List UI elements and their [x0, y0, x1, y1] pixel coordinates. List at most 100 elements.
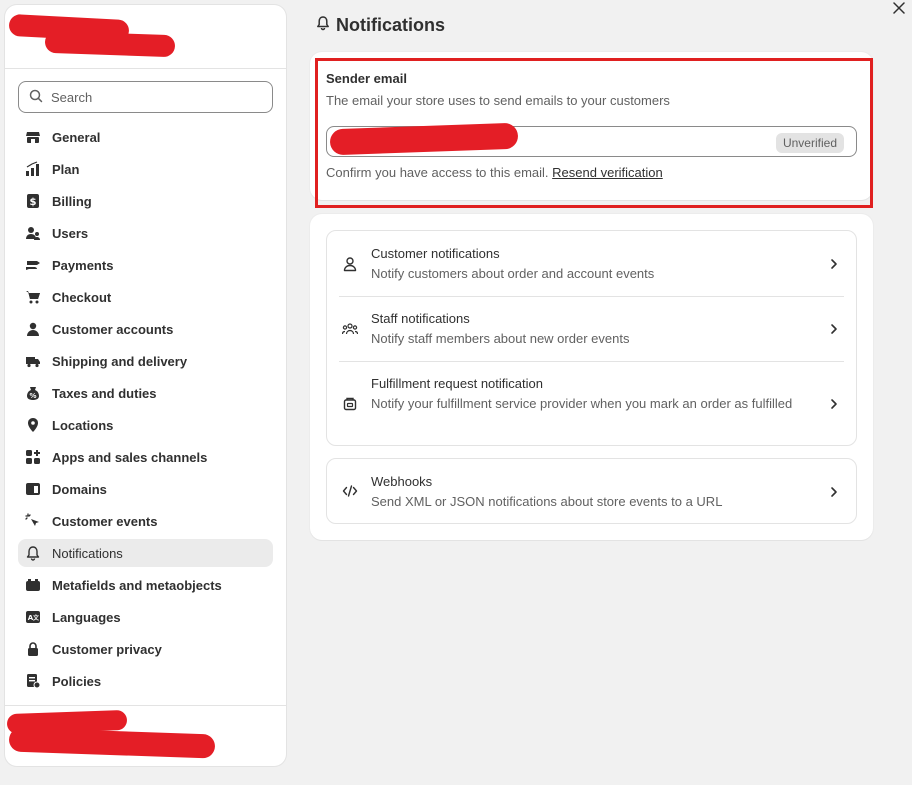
row-description: Notify your fulfillment service provider… [371, 396, 793, 411]
code-icon [341, 482, 359, 500]
row-title: Customer notifications [371, 246, 500, 261]
sidebar-item-label: Apps and sales channels [52, 449, 208, 465]
sidebar-item-customer-events[interactable]: Customer events [18, 507, 273, 535]
sidebar-item-users[interactable]: Users [18, 219, 273, 247]
sidebar-item-label: Domains [52, 481, 107, 497]
sidebar-item-label: Metafields and metaobjects [52, 577, 222, 593]
bell-icon [316, 15, 330, 36]
redacted-store-name-2 [44, 30, 176, 58]
chevron-right-icon [828, 485, 840, 497]
search-field[interactable] [18, 81, 273, 113]
row-description: Send XML or JSON notifications about sto… [371, 494, 723, 509]
fulfillment-box-icon [341, 395, 359, 413]
store-icon [24, 128, 42, 146]
sender-email-confirm: Confirm you have access to this email. R… [326, 165, 663, 180]
customer-notifications-row[interactable]: Customer notifications Notify customers … [327, 231, 856, 296]
sidebar-item-label: Notifications [52, 545, 123, 561]
sidebar-item-label: Payments [52, 257, 114, 273]
sidebar-item-label: General [52, 129, 101, 145]
group-icon [341, 320, 359, 338]
search-input[interactable] [51, 89, 251, 105]
close-icon [893, 1, 905, 19]
sidebar-item-apps[interactable]: Apps and sales channels [18, 443, 273, 471]
sidebar-item-label: Taxes and duties [52, 385, 157, 401]
sidebar-divider [5, 705, 286, 706]
hand-card-icon [24, 256, 42, 274]
search-icon [29, 89, 43, 106]
chevron-right-icon [828, 397, 840, 409]
plan-chart-icon [24, 160, 42, 178]
row-description: Notify staff members about new order eve… [371, 331, 630, 346]
sidebar-item-label: Locations [52, 417, 114, 433]
metafields-icon [24, 576, 42, 594]
users-icon [24, 224, 42, 242]
dollar-receipt-icon: $ [24, 192, 42, 210]
settings-sidebar: General Plan $ Billing Users Payments Ch… [5, 5, 286, 766]
sidebar-item-label: Plan [52, 161, 80, 177]
sidebar-item-plan[interactable]: Plan [18, 155, 273, 183]
sidebar-item-label: Customer events [52, 513, 158, 529]
sidebar-item-label: Customer accounts [52, 321, 174, 337]
chevron-right-icon [828, 257, 840, 269]
staff-notifications-row[interactable]: Staff notifications Notify staff members… [327, 297, 856, 361]
webhooks-row[interactable]: Webhooks Send XML or JSON notifications … [327, 459, 856, 523]
sidebar-item-metafields[interactable]: Metafields and metaobjects [18, 571, 273, 599]
status-badge: Unverified [775, 133, 844, 153]
sidebar-item-label: Customer privacy [52, 641, 162, 657]
redacted-account-info-2 [8, 727, 216, 759]
globe-window-icon [24, 480, 42, 498]
sidebar-item-taxes[interactable]: % Taxes and duties [18, 379, 273, 407]
close-button[interactable] [886, 0, 912, 20]
sidebar-item-payments[interactable]: Payments [18, 251, 273, 279]
sidebar-item-label: Billing [52, 193, 92, 209]
notification-group: Customer notifications Notify customers … [326, 230, 857, 446]
cart-icon [24, 288, 42, 306]
bell-icon [24, 544, 42, 562]
confirm-text: Confirm you have access to this email. [326, 165, 549, 180]
sidebar-item-label: Users [52, 225, 89, 241]
sidebar-item-general[interactable]: General [18, 123, 273, 151]
settings-nav: General Plan $ Billing Users Payments Ch… [18, 123, 273, 699]
row-title: Staff notifications [371, 311, 470, 326]
sidebar-item-checkout[interactable]: Checkout [18, 283, 273, 311]
sidebar-item-shipping[interactable]: Shipping and delivery [18, 347, 273, 375]
sender-email-title: Sender email [326, 71, 407, 86]
language-icon: A文 [24, 608, 42, 626]
sidebar-item-languages[interactable]: A文 Languages [18, 603, 273, 631]
sidebar-item-label: Policies [52, 673, 102, 689]
sidebar-item-customer-privacy[interactable]: Customer privacy [18, 635, 273, 663]
location-pin-icon [24, 416, 42, 434]
row-description: Notify customers about order and account… [371, 266, 655, 281]
sidebar-item-policies[interactable]: Policies [18, 667, 273, 695]
row-title: Webhooks [371, 474, 433, 489]
page-title: Notifications [316, 15, 445, 36]
policy-doc-icon [24, 672, 42, 690]
truck-icon [24, 352, 42, 370]
settings-window: General Plan $ Billing Users Payments Ch… [0, 0, 912, 785]
person-icon [24, 320, 42, 338]
page-title-text: Notifications [336, 15, 446, 35]
sidebar-item-label: Shipping and delivery [52, 353, 188, 369]
sidebar-item-locations[interactable]: Locations [18, 411, 273, 439]
tax-bag-icon: % [24, 384, 42, 402]
svg-text:文: 文 [32, 614, 40, 622]
svg-text:%: % [29, 392, 36, 400]
cursor-click-icon [24, 512, 42, 530]
sender-email-description: The email your store uses to send emails… [326, 93, 670, 108]
sidebar-item-notifications[interactable]: Notifications [18, 539, 273, 567]
row-title: Fulfillment request notification [371, 376, 543, 391]
sidebar-divider [5, 68, 286, 69]
sidebar-item-billing[interactable]: $ Billing [18, 187, 273, 215]
person-outline-icon [341, 255, 359, 273]
fulfillment-request-row[interactable]: Fulfillment request notification Notify … [327, 362, 856, 446]
sidebar-item-customer-accounts[interactable]: Customer accounts [18, 315, 273, 343]
lock-icon [24, 640, 42, 658]
webhooks-group: Webhooks Send XML or JSON notifications … [326, 458, 857, 524]
svg-text:$: $ [30, 197, 37, 208]
sidebar-item-domains[interactable]: Domains [18, 475, 273, 503]
sidebar-item-label: Checkout [52, 289, 112, 305]
chevron-right-icon [828, 322, 840, 334]
apps-grid-icon [24, 448, 42, 466]
resend-verification-link[interactable]: Resend verification [552, 165, 663, 180]
sidebar-item-label: Languages [52, 609, 121, 625]
